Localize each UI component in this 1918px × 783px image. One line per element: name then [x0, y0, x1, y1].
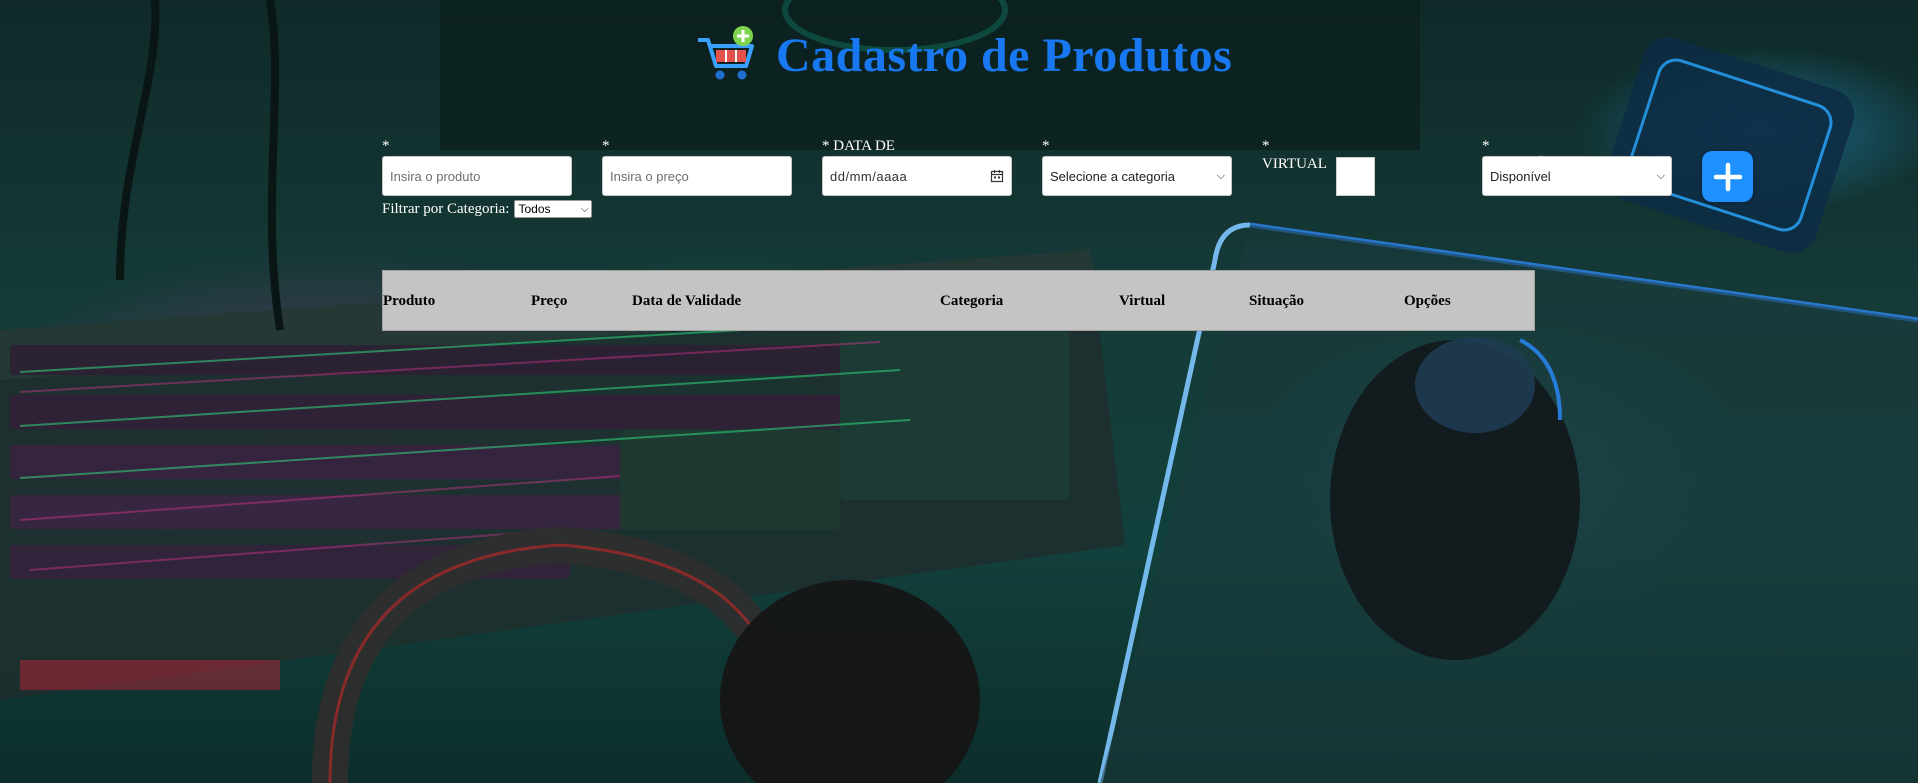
- column-header-categoria: Categoria: [940, 293, 1004, 309]
- filter-select[interactable]: Todos ⌵: [514, 200, 593, 218]
- filter-label: Filtrar por Categoria:: [382, 200, 510, 217]
- products-table-header: Produto Preço Data de Validade Categoria…: [382, 270, 1535, 331]
- data-validade-input[interactable]: dd/mm/aaaa: [822, 156, 1012, 196]
- category-filter: Filtrar por Categoria: Todos ⌵: [382, 200, 593, 218]
- chevron-down-icon: ⌵: [1656, 169, 1665, 182]
- categoria-value: Selecione a categoria: [1050, 168, 1176, 184]
- background-image: [0, 0, 1918, 783]
- page-header: Cadastro de Produtos: [694, 26, 1232, 84]
- nome-group: * NOME Insira o produto: [382, 137, 572, 196]
- virtual-label: * VIRTUAL: [1262, 138, 1327, 172]
- calendar-icon[interactable]: [990, 169, 1004, 183]
- situacao-group: * SITUAÇÃO Disponível ⌵: [1482, 137, 1672, 196]
- filter-value: Todos: [518, 202, 551, 216]
- preco-group: * PREÇO Insira o preço: [602, 137, 792, 196]
- situacao-value: Disponível: [1490, 168, 1551, 184]
- shopping-cart-add-icon: [698, 26, 754, 80]
- virtual-checkbox[interactable]: [1336, 157, 1375, 196]
- data-validade-group: * DATA DE VALIDADE dd/mm/aaaa: [822, 137, 1012, 196]
- add-product-button[interactable]: [1702, 151, 1753, 202]
- chevron-down-icon: ⌵: [580, 203, 589, 215]
- chevron-down-icon: ⌵: [1216, 169, 1225, 182]
- column-header-produto: Produto: [383, 293, 436, 309]
- column-header-data-validade: Data de Validade: [632, 293, 742, 309]
- column-header-preco: Preço: [531, 293, 568, 309]
- categoria-group: * CATEGORIA Selecione a categoria ⌵: [1042, 137, 1232, 196]
- date-value: dd/mm/aaaa: [830, 168, 908, 184]
- nome-input[interactable]: Insira o produto: [382, 156, 572, 196]
- page-title: Cadastro de Produtos: [776, 28, 1233, 82]
- plus-icon: [1713, 162, 1742, 191]
- column-header-virtual: Virtual: [1119, 293, 1166, 309]
- preco-input[interactable]: Insira o preço: [602, 156, 792, 196]
- column-header-situacao: Situação: [1249, 293, 1305, 309]
- column-header-opcoes: Opções: [1404, 293, 1451, 309]
- virtual-group: * VIRTUAL: [1262, 137, 1375, 196]
- categoria-select[interactable]: Selecione a categoria ⌵: [1042, 156, 1232, 196]
- situacao-select[interactable]: Disponível ⌵: [1482, 156, 1672, 196]
